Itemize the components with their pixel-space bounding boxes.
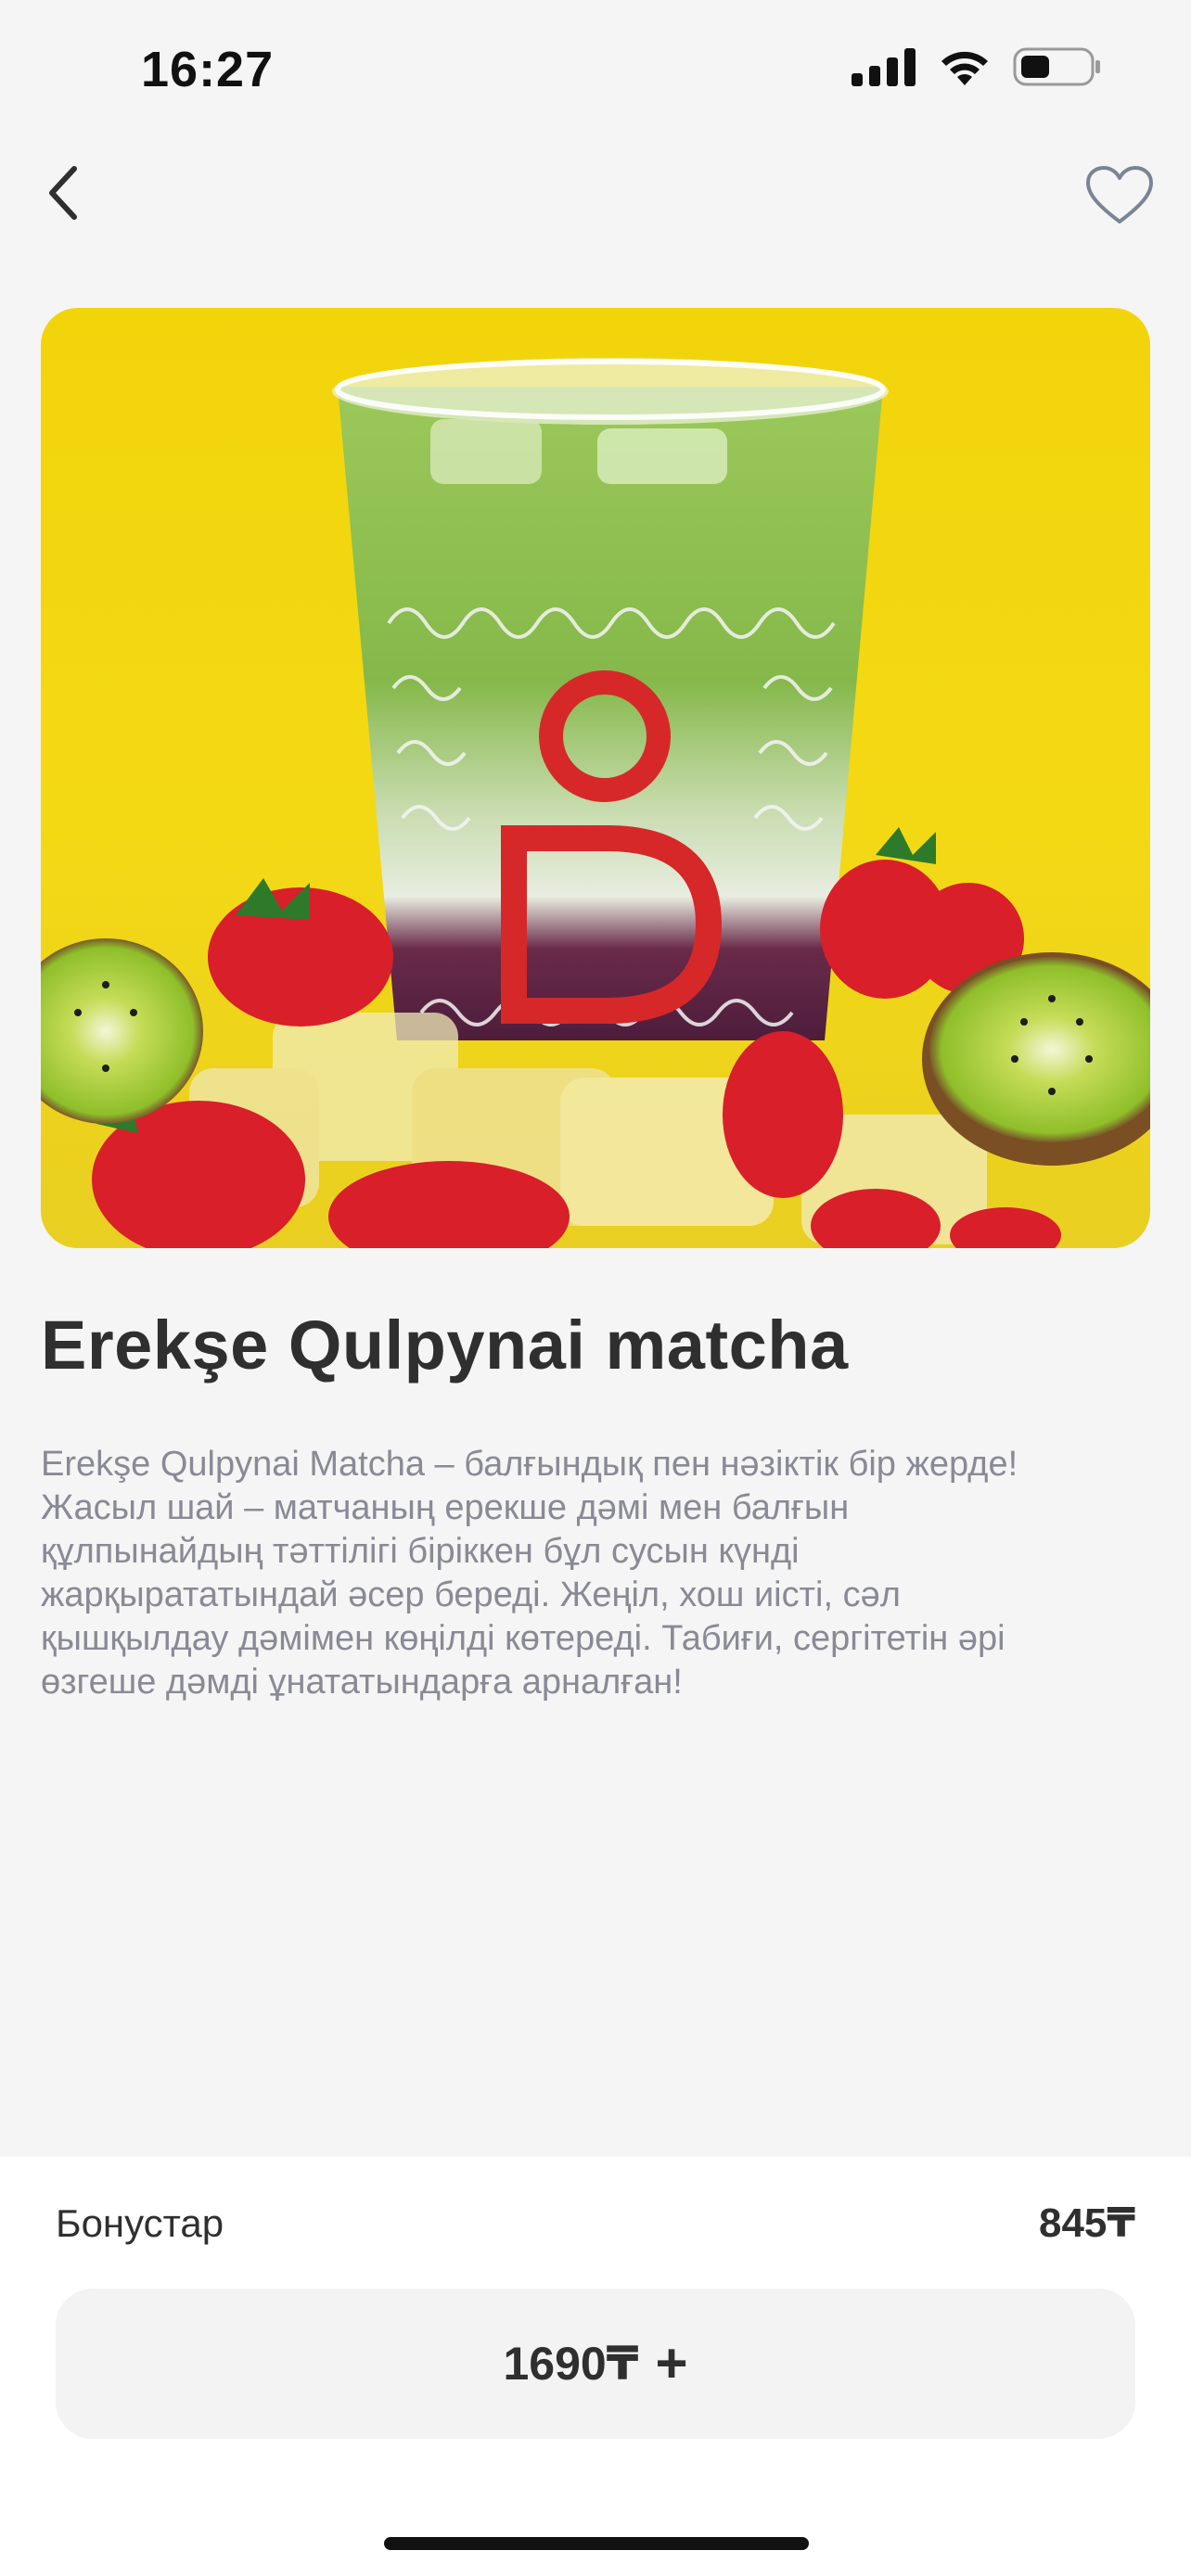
favorite-button[interactable] <box>1078 156 1161 239</box>
description-line: қышқылдау дәмімен көңілді көтереді. Таби… <box>41 1619 1005 1658</box>
description-line: құлпынайдың тәттілігі біріккен бұл сусын… <box>41 1532 800 1571</box>
product-photo <box>41 308 1150 1248</box>
back-button[interactable] <box>26 158 100 232</box>
heart-outline-icon <box>1084 164 1155 232</box>
product-description: Erekşe Qulpynai Matcha – балғындық пен н… <box>41 1443 1154 1704</box>
cellular-signal-icon <box>852 47 916 91</box>
plus-icon: + <box>655 2332 688 2394</box>
nav-bar <box>0 139 1191 250</box>
bonus-label: Бонустар <box>56 2201 224 2245</box>
description-line: Erekşe Qulpynai Matcha – балғындық пен н… <box>41 1445 1018 1484</box>
battery-icon <box>1013 46 1102 92</box>
chevron-left-icon <box>43 163 83 227</box>
price-label: 1690₸ <box>503 2338 639 2390</box>
add-to-cart-button[interactable]: 1690₸ + <box>56 2289 1135 2439</box>
product-title: Erekşe Qulpynai matcha <box>41 1307 849 1384</box>
description-line: жарқырататындай әсер береді. Жеңіл, хош … <box>41 1575 901 1614</box>
status-bar: 16:27 <box>0 0 1191 139</box>
bonus-value: 845₸ <box>1038 2200 1135 2246</box>
home-indicator[interactable] <box>384 2537 809 2550</box>
bottom-panel: Бонустар 845₸ 1690₸ + <box>0 2157 1191 2576</box>
wifi-icon <box>937 46 992 92</box>
status-time: 16:27 <box>141 42 275 97</box>
status-icons <box>852 46 1102 92</box>
description-line: Жасыл шай – матчаның ерекше дәмі мен бал… <box>41 1488 850 1527</box>
description-line: өзгеше дәмді ұнататындарға арналған! <box>41 1663 683 1702</box>
